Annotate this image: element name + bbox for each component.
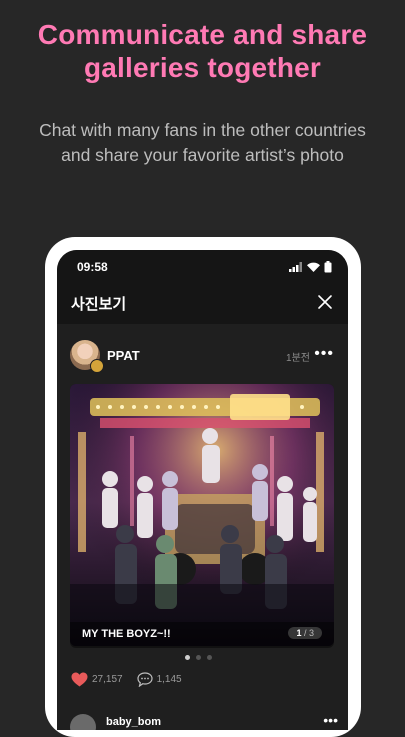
post-photo[interactable] [70,384,334,646]
photo-caption: MY THE BOYZ~!! [82,628,171,640]
reactions-bar: 27,157 1,145 [71,670,196,688]
promo-subtitle: Chat with many fans in the other countri… [0,118,405,168]
post-timestamp: 1분전 [286,353,310,364]
promo-headline: Communicate and share galleries together [0,18,405,84]
badge-icon [90,359,104,373]
carousel-dot[interactable] [196,655,201,660]
next-post-header: baby_bom ••• [70,712,340,730]
avatar[interactable] [70,714,96,730]
page-total: 3 [308,628,314,638]
comment-count: 1,145 [156,673,182,685]
post-username[interactable]: PPAT [107,348,140,363]
phone-screen: 09:58 사진보기 PPAT 1분전 ••• MY THE BOYZ~!! 1… [57,250,348,730]
battery-icon [324,261,332,273]
photo-caption-bar: MY THE BOYZ~!! 1 / 3 [70,622,334,648]
more-icon[interactable]: ••• [314,346,334,362]
promo-title-line-1: Communicate and share [37,19,368,50]
post-header: PPAT 1분전 ••• [57,338,348,374]
wifi-icon [307,262,320,272]
like-count: 27,157 [92,673,123,685]
app-bar: 사진보기 [57,284,348,324]
status-time: 09:58 [77,260,108,274]
promo-subtitle-line-1: Chat with many fans in the other countri… [39,120,366,140]
carousel-dots [185,655,212,660]
page-title: 사진보기 [71,296,127,313]
promo-subtitle-line-2: and share your favorite artist’s photo [61,145,344,165]
post-username[interactable]: baby_bom [106,716,161,728]
concert-photo-image [70,384,334,646]
status-bar: 09:58 [57,250,348,284]
promo-title-line-2: galleries together [83,52,321,83]
carousel-dot[interactable] [207,655,212,660]
carousel-dot[interactable] [185,655,190,660]
status-icons [289,261,332,273]
more-icon[interactable]: ••• [323,712,338,728]
page-counter: 1 / 3 [288,627,322,639]
heart-icon[interactable] [71,672,88,687]
page-current: 1 [296,628,302,638]
signal-icon [289,262,302,272]
close-icon[interactable] [316,293,334,311]
comment-icon[interactable] [136,671,153,687]
